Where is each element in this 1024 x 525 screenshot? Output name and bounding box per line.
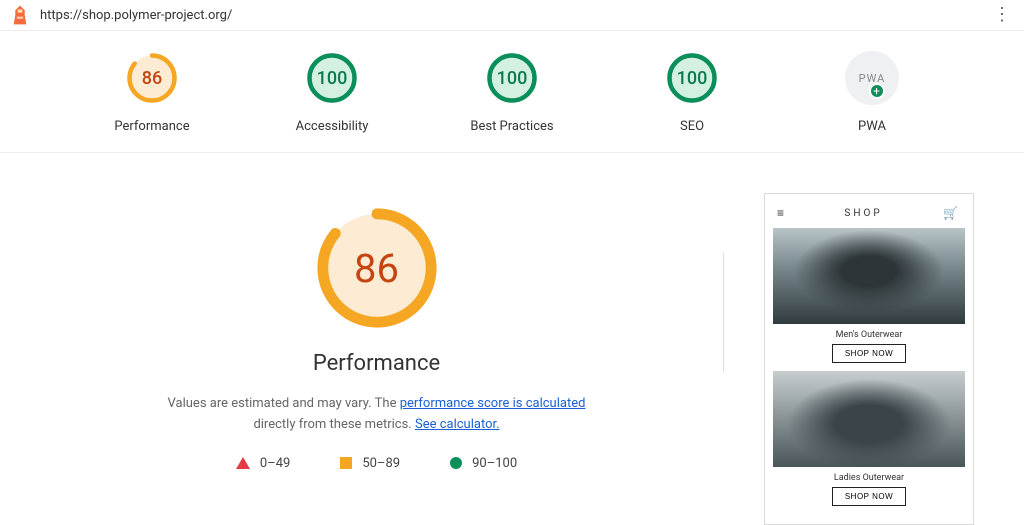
pwa-badge-icon: PWA + [845,51,899,105]
performance-title: Performance [313,351,440,376]
plus-icon: + [869,83,885,99]
gauge-label: PWA [858,119,886,134]
score-calc-link[interactable]: performance score is calculated [400,396,586,411]
gauge-label: SEO [680,119,704,134]
gauge-label: Performance [114,119,189,134]
gauge-performance[interactable]: 86 Performance [97,51,207,134]
preview-card-1: Men's Outerwear SHOP NOW [773,228,965,363]
gauge-label: Accessibility [296,119,369,134]
cart-icon: 🛒 [943,206,961,220]
preview-shop-button: SHOP NOW [832,344,906,363]
preview-image [773,228,965,324]
gauge-score: 100 [305,51,359,105]
square-icon [340,457,352,469]
preview-shop-button: SHOP NOW [832,487,906,506]
legend-pass: 90–100 [450,456,517,471]
performance-description: Values are estimated and may vary. The p… [147,394,607,436]
performance-big-gauge: 86 [312,203,442,333]
menu-button[interactable]: ⋮ [990,8,1014,22]
circle-icon [450,457,462,469]
preview-image [773,371,965,467]
see-calculator-link[interactable]: See calculator. [415,417,500,432]
preview-card-2: Ladies Outerwear SHOP NOW [773,371,965,506]
gauge-label: Best Practices [470,119,553,134]
triangle-icon [236,457,250,469]
lighthouse-icon [10,4,30,26]
vertical-divider [723,253,724,373]
legend-average: 50–89 [340,456,400,471]
performance-section: 86 Performance Values are estimated and … [0,153,1024,525]
gauge-score: 100 [665,51,719,105]
score-legend: 0–49 50–89 90–100 [236,456,517,471]
hamburger-icon: ≡ [777,206,784,220]
report-header: https://shop.polymer-project.org/ ⋮ [0,0,1024,31]
legend-fail: 0–49 [236,456,290,471]
gauge-pwa[interactable]: PWA + PWA [817,51,927,134]
site-preview-thumbnail: ≡ SHOP 🛒 Men's Outerwear SHOP NOW Ladies… [764,193,974,525]
report-url: https://shop.polymer-project.org/ [40,8,990,23]
gauge-accessibility[interactable]: 100 Accessibility [277,51,387,134]
score-gauges-row: 86 Performance 100 Accessibility 100 Bes… [0,31,1024,153]
gauge-score: 100 [485,51,539,105]
gauge-score: 86 [125,51,179,105]
preview-brand: SHOP [844,208,882,219]
gauge-best-practices[interactable]: 100 Best Practices [457,51,567,134]
gauge-seo[interactable]: 100 SEO [637,51,747,134]
preview-caption: Ladies Outerwear [773,467,965,487]
preview-caption: Men's Outerwear [773,324,965,344]
big-score: 86 [312,203,442,333]
